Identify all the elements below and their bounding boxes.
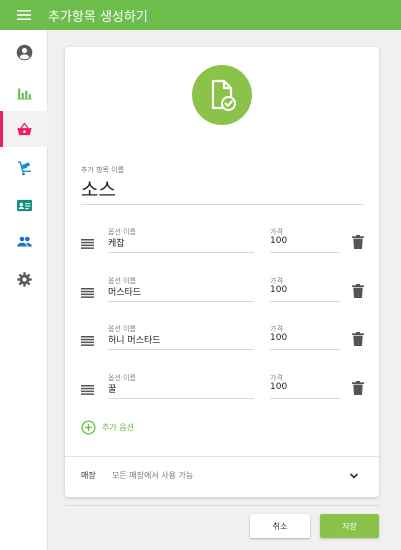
option-name-underline (108, 349, 254, 350)
hamburger-icon (17, 10, 31, 20)
modifier-name-label: 추가 항목 이름 (81, 166, 125, 174)
contact-card-icon (16, 199, 32, 211)
option-name-input[interactable]: 꿀 (108, 382, 116, 395)
sidebar-item-settings[interactable] (0, 261, 48, 297)
sidebar-item-account[interactable] (0, 34, 48, 70)
add-option-label: 추가 옵션 (102, 422, 134, 432)
sidebar (0, 30, 48, 550)
people-icon (16, 236, 32, 246)
drag-handle-icon[interactable] (81, 288, 94, 298)
option-price-input[interactable]: 100 (270, 382, 287, 392)
option-price-input[interactable]: 100 (270, 333, 287, 343)
modifier-name-underline (81, 204, 363, 205)
option-row: 옵션 이름 케찹 가격 100 (65, 224, 379, 260)
document-check-icon (211, 79, 236, 111)
drag-handle-icon[interactable] (81, 385, 94, 395)
basket-icon (16, 121, 32, 135)
option-price-underline (270, 398, 340, 399)
page-title: 추가항목 생성하기 (48, 9, 148, 25)
option-row: 옵션 이름 머스타드 가격 100 (65, 273, 379, 309)
store-label: 매장 (81, 471, 96, 480)
modifier-form-card: 추가 항목 이름 소스 옵션 이름 케찹 가격 100 옵션 이름 머스타드 가… (65, 47, 379, 497)
document-badge (192, 65, 252, 125)
dolly-icon (17, 160, 31, 175)
add-option-button[interactable]: 추가 옵션 (81, 419, 134, 435)
option-price-underline (270, 252, 340, 253)
modifier-name-input[interactable]: 소스 (81, 175, 116, 202)
trash-icon[interactable] (352, 284, 364, 298)
option-name-input[interactable]: 허니 머스타드 (108, 333, 161, 346)
account-circle-icon (16, 44, 32, 60)
option-name-input[interactable]: 머스타드 (108, 285, 141, 298)
footer-divider (65, 505, 379, 506)
store-availability-dropdown[interactable]: 매장 모든 매장에서 사용 가능 (65, 457, 379, 497)
option-name-input[interactable]: 케찹 (108, 236, 125, 249)
add-circle-icon (81, 419, 96, 435)
sidebar-item-employees[interactable] (0, 223, 48, 259)
drag-handle-icon[interactable] (81, 336, 94, 346)
sidebar-item-products[interactable] (0, 111, 48, 147)
option-row: 옵션 이름 허니 머스타드 가격 100 (65, 321, 379, 357)
chevron-down-icon (349, 473, 359, 479)
cancel-button[interactable]: 취소 (250, 514, 310, 538)
trash-icon[interactable] (352, 235, 364, 249)
drag-handle-icon[interactable] (81, 239, 94, 249)
app-bar: 추가항목 생성하기 (0, 0, 401, 30)
menu-button[interactable] (0, 0, 48, 30)
store-value: 모든 매장에서 사용 가능 (112, 471, 194, 480)
option-name-underline (108, 301, 254, 302)
sidebar-item-customers[interactable] (0, 187, 48, 223)
option-price-input[interactable]: 100 (270, 285, 287, 295)
option-name-underline (108, 398, 254, 399)
save-button[interactable]: 저장 (320, 514, 379, 538)
trash-icon[interactable] (352, 381, 364, 395)
option-row: 옵션 이름 꿀 가격 100 (65, 370, 379, 406)
trash-icon[interactable] (352, 332, 364, 346)
sidebar-item-inventory[interactable] (0, 150, 48, 186)
option-price-underline (270, 349, 340, 350)
sidebar-item-reports[interactable] (0, 75, 48, 111)
option-price-underline (270, 301, 340, 302)
bar-chart-icon (16, 88, 32, 100)
option-price-input[interactable]: 100 (270, 236, 287, 246)
gear-icon (16, 271, 32, 287)
option-name-underline (108, 252, 254, 253)
